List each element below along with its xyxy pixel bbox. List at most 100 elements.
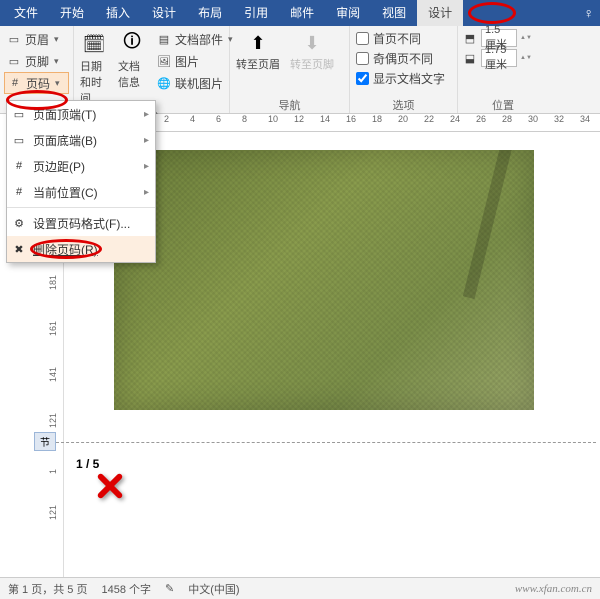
ruler-tick: 18: [372, 114, 382, 124]
ruler-tick: 14: [320, 114, 330, 124]
group-label-options: 选项: [354, 97, 453, 111]
online-picture-button[interactable]: 🌐 联机图片: [154, 72, 235, 94]
menu-page-top-label: 页面顶端(T): [33, 106, 96, 123]
ruler-tick: 34: [580, 114, 590, 124]
group-navigation: ⬆ 转至页眉 ⬇ 转至页脚 导航: [230, 26, 350, 113]
ruler-tick: 2: [164, 114, 169, 124]
doc-info-button[interactable]: 🛈 文档信息: [116, 28, 148, 108]
menu-page-top[interactable]: ▭ 页面顶端(T): [7, 101, 155, 127]
chevron-down-icon: ▾: [54, 34, 59, 45]
menu-page-margins[interactable]: #页边距(P): [7, 153, 155, 179]
menu-current-position[interactable]: # 当前位置(C): [7, 179, 155, 205]
ruler-tick: 6: [216, 114, 221, 124]
format-pn-icon: ⚙: [11, 215, 27, 231]
show-doc-text-label: 显示文档文字: [373, 70, 445, 87]
goto-footer-button[interactable]: ⬇ 转至页脚: [288, 28, 336, 74]
calendar-icon: 🗓: [80, 30, 108, 58]
menu-remove-page-numbers[interactable]: ✖删除页码(R): [7, 236, 155, 262]
footer-bottom-value: 1.75 厘米: [481, 49, 517, 67]
stepper-arrows[interactable]: ▲▼: [520, 55, 530, 61]
current-pos-icon: #: [11, 184, 27, 200]
show-doc-text-checkbox[interactable]: 显示文档文字: [354, 68, 453, 88]
annotation-x-mark: [96, 472, 124, 500]
footer-bottom-stepper[interactable]: ⬓ 1.75 厘米 ▲▼: [462, 48, 544, 68]
diff-odd-even-checkbox[interactable]: 奇偶页不同: [354, 48, 453, 68]
vruler-tick: 141: [48, 362, 58, 382]
header-label: 页眉: [25, 31, 49, 48]
group-label-nav: 导航: [234, 97, 345, 111]
menu-page-bottom-label: 页面底端(B): [33, 132, 97, 149]
stepper-arrows[interactable]: ▲▼: [520, 35, 530, 41]
menu-page-bottom[interactable]: ▭ 页面底端(B): [7, 127, 155, 153]
page-top-icon: ▭: [11, 106, 27, 122]
tab-layout[interactable]: 布局: [187, 0, 233, 26]
ruler-tick: 22: [424, 114, 434, 124]
section-break: 节: [64, 442, 596, 443]
status-spellcheck-icon[interactable]: ✎: [165, 582, 174, 595]
menu-page-margins-label: 页边距(P): [33, 158, 85, 175]
header-top-icon: ⬒: [462, 30, 478, 46]
header-dropdown[interactable]: ▭ 页眉 ▾: [4, 28, 69, 50]
ruler-tick: 8: [242, 114, 247, 124]
picture-button[interactable]: 🖼 图片: [154, 50, 235, 72]
tab-hf-design[interactable]: 设计: [417, 0, 463, 26]
online-picture-label: 联机图片: [175, 75, 223, 92]
tell-me-icon[interactable]: ♀: [584, 5, 595, 21]
status-bar: 第 1 页，共 5 页 1458 个字 ✎ 中文(中国) www.xfan.co…: [0, 577, 600, 599]
status-language[interactable]: 中文(中国): [188, 581, 239, 597]
goto-header-icon: ⬆: [245, 30, 271, 56]
tab-design[interactable]: 设计: [141, 0, 187, 26]
tab-review[interactable]: 审阅: [325, 0, 371, 26]
parts-icon: ▤: [156, 31, 172, 47]
goto-header-button[interactable]: ⬆ 转至页眉: [234, 28, 282, 74]
diff-odd-even-label: 奇偶页不同: [373, 50, 433, 67]
vruler-tick: 1: [48, 454, 58, 474]
inserted-image[interactable]: [114, 150, 534, 410]
status-word-count[interactable]: 1458 个字: [101, 581, 151, 597]
group-position: ⬒ 1.5 厘米 ▲▼ ⬓ 1.75 厘米 ▲▼ 位置: [458, 26, 548, 113]
group-options: 首页不同 奇偶页不同 显示文档文字 选项: [350, 26, 458, 113]
vruler-tick: 161: [48, 316, 58, 336]
group-label-position: 位置: [462, 97, 544, 111]
tab-references[interactable]: 引用: [233, 0, 279, 26]
tab-start[interactable]: 开始: [49, 0, 95, 26]
footer-bottom-icon: ⬓: [462, 50, 478, 66]
online-picture-icon: 🌐: [156, 75, 172, 91]
ruler-tick: 4: [190, 114, 195, 124]
goto-footer-icon: ⬇: [299, 30, 325, 56]
menu-format-page-numbers[interactable]: ⚙ 设置页码格式(F)...: [7, 210, 155, 236]
menu-format-label: 设置页码格式(F)...: [33, 215, 130, 232]
ruler-tick: 26: [476, 114, 486, 124]
chevron-down-icon: ▾: [54, 56, 59, 67]
footer-dropdown[interactable]: ▭ 页脚 ▾: [4, 50, 69, 72]
diff-first-checkbox[interactable]: 首页不同: [354, 28, 453, 48]
tab-file[interactable]: 文件: [3, 0, 49, 26]
ruler-tick: 12: [294, 114, 304, 124]
status-page[interactable]: 第 1 页，共 5 页: [8, 581, 87, 597]
page-number-field[interactable]: 1 / 5: [76, 457, 99, 471]
tab-view[interactable]: 视图: [371, 0, 417, 26]
date-time-label: 日期和时间: [80, 58, 108, 106]
footer-icon: ▭: [6, 53, 22, 69]
chevron-down-icon: ▾: [55, 78, 60, 89]
picture-icon: 🖼: [156, 53, 172, 69]
page-bottom-icon: ▭: [11, 132, 27, 148]
doc-info-icon: 🛈: [118, 30, 146, 58]
page-number-menu: ▭ 页面顶端(T) ▭ 页面底端(B) #页边距(P) # 当前位置(C) ⚙ 设置页码…: [6, 100, 156, 263]
tab-bar: 文件 开始 插入 设计 布局 引用 邮件 审阅 视图 设计 ♀: [0, 0, 600, 26]
vruler-tick: 121: [48, 500, 58, 520]
ruler-tick: 16: [346, 114, 356, 124]
tab-mailings[interactable]: 邮件: [279, 0, 325, 26]
menu-current-label: 当前位置(C): [33, 184, 98, 201]
tab-insert[interactable]: 插入: [95, 0, 141, 26]
section-tag: 节: [34, 432, 56, 451]
footer-label: 页脚: [25, 53, 49, 70]
goto-header-label: 转至页眉: [236, 56, 280, 72]
date-time-button[interactable]: 🗓 日期和时间: [78, 28, 110, 108]
doc-parts-label: 文档部件: [175, 31, 223, 48]
watermark: www.xfan.com.cn: [515, 583, 592, 595]
doc-parts-button[interactable]: ▤ 文档部件▾: [154, 28, 235, 50]
doc-info-label: 文档信息: [118, 58, 146, 90]
vruler-tick: 181: [48, 270, 58, 290]
page-number-dropdown[interactable]: # 页码 ▾: [4, 72, 69, 94]
